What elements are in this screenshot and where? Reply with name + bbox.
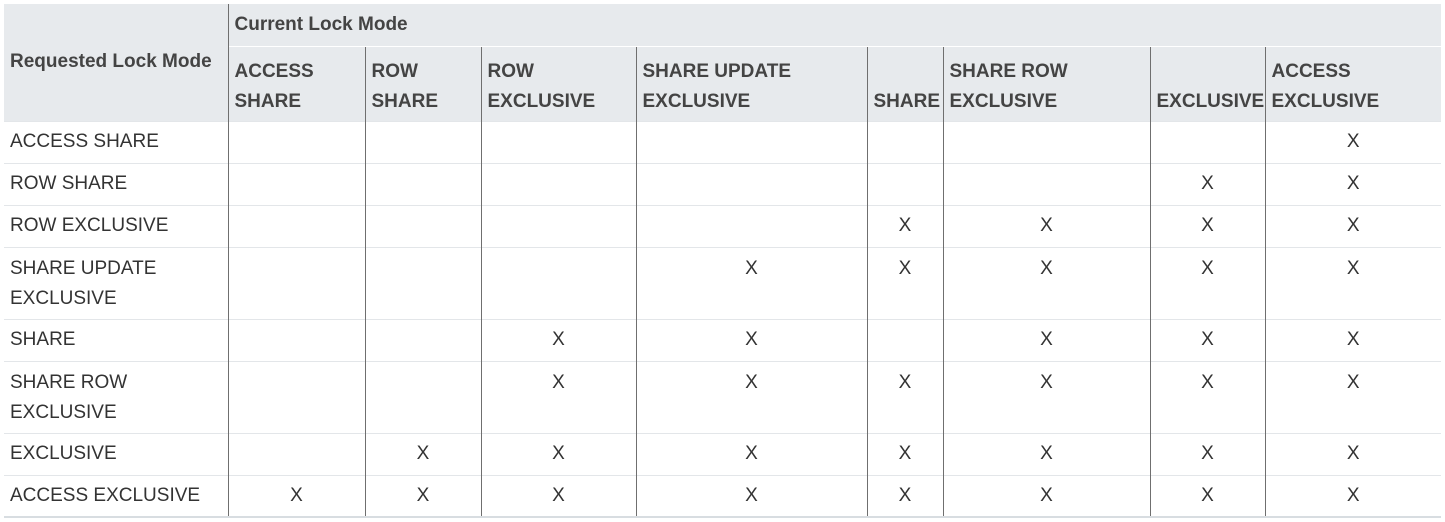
conflict-cell: X — [1264, 246, 1441, 319]
table-row: SHARE UPDATE EXCLUSIVE X X X X X — [4, 246, 1441, 319]
conflict-cell: X — [942, 204, 1150, 247]
conflict-cell — [227, 246, 365, 319]
conflict-cell: X — [635, 432, 867, 475]
header-row-group: Requested Lock Mode Current Lock Mode — [4, 4, 1441, 121]
conflict-cell: X — [866, 432, 943, 475]
conflict-cell: X — [1149, 432, 1265, 475]
conflict-cell: X — [480, 318, 636, 361]
table-row: EXCLUSIVE X X X X X X X — [4, 432, 1441, 475]
conflict-cell — [866, 120, 943, 163]
conflict-cell: X — [1149, 162, 1265, 205]
conflict-cell — [635, 204, 867, 247]
table-body: ACCESS SHARE X ROW SHARE X X ROW EXCLUSI… — [4, 120, 1441, 517]
column-header: SHARE — [866, 45, 943, 121]
conflict-cell: X — [480, 432, 636, 475]
conflict-cell — [227, 162, 365, 205]
conflict-cell: X — [1149, 246, 1265, 319]
row-label: SHARE — [4, 318, 228, 361]
conflict-cell: X — [635, 360, 867, 433]
table-header: Requested Lock Mode Current Lock Mode AC… — [4, 4, 1441, 121]
conflict-cell — [227, 120, 365, 163]
row-label: ROW EXCLUSIVE — [4, 204, 228, 247]
column-header: ACCESS SHARE — [227, 45, 365, 121]
conflict-cell: X — [1149, 360, 1265, 433]
table-row: ACCESS SHARE X — [4, 120, 1441, 163]
conflict-cell — [364, 246, 481, 319]
lock-conflict-table: Requested Lock Mode Current Lock Mode AC… — [4, 4, 1441, 518]
conflict-cell: X — [866, 474, 943, 517]
conflict-cell: X — [364, 432, 481, 475]
conflict-cell: X — [1149, 474, 1265, 517]
conflict-cell — [866, 162, 943, 205]
conflict-cell — [942, 162, 1150, 205]
conflict-cell — [480, 120, 636, 163]
conflict-cell — [227, 432, 365, 475]
conflict-cell — [942, 120, 1150, 163]
conflict-cell: X — [942, 474, 1150, 517]
row-label: EXCLUSIVE — [4, 432, 228, 475]
conflict-cell: X — [866, 360, 943, 433]
conflict-cell: X — [1264, 318, 1441, 361]
conflict-cell: X — [866, 204, 943, 247]
row-label: SHARE UPDATE EXCLUSIVE — [4, 246, 228, 319]
conflict-cell — [364, 318, 481, 361]
conflict-cell: X — [1264, 474, 1441, 517]
conflict-cell — [635, 162, 867, 205]
table-row: ROW EXCLUSIVE X X X X — [4, 204, 1441, 247]
row-label: ROW SHARE — [4, 162, 228, 205]
conflict-cell — [1149, 120, 1265, 163]
conflict-cell: X — [635, 474, 867, 517]
conflict-cell: X — [480, 360, 636, 433]
conflict-cell: X — [942, 318, 1150, 361]
conflict-cell — [227, 204, 365, 247]
conflict-cell — [480, 162, 636, 205]
conflict-cell — [364, 162, 481, 205]
conflict-cell: X — [635, 318, 867, 361]
current-lock-mode-header: Current Lock Mode — [227, 4, 1441, 46]
corner-header: Requested Lock Mode — [4, 4, 228, 121]
conflict-cell — [364, 120, 481, 163]
conflict-cell: X — [942, 360, 1150, 433]
column-header: ROW EXCLUSIVE — [480, 45, 636, 121]
conflict-cell — [227, 318, 365, 361]
conflict-cell — [227, 360, 365, 433]
column-header: SHARE ROW EXCLUSIVE — [942, 45, 1150, 121]
conflict-cell: X — [942, 432, 1150, 475]
table-row: SHARE ROW EXCLUSIVE X X X X X X — [4, 360, 1441, 433]
conflict-cell: X — [227, 474, 365, 517]
conflict-cell — [480, 204, 636, 247]
conflict-cell — [635, 120, 867, 163]
table-row: ACCESS EXCLUSIVE X X X X X X X X — [4, 474, 1441, 517]
conflict-cell — [866, 318, 943, 361]
row-label: SHARE ROW EXCLUSIVE — [4, 360, 228, 433]
conflict-cell: X — [364, 474, 481, 517]
conflict-cell: X — [1264, 162, 1441, 205]
conflict-cell: X — [635, 246, 867, 319]
table-row: SHARE X X X X X — [4, 318, 1441, 361]
column-header: ROW SHARE — [364, 45, 481, 121]
conflict-cell: X — [942, 246, 1150, 319]
row-label: ACCESS EXCLUSIVE — [4, 474, 228, 517]
table-row: ROW SHARE X X — [4, 162, 1441, 205]
conflict-cell: X — [480, 474, 636, 517]
conflict-cell: X — [1149, 318, 1265, 361]
conflict-cell — [480, 246, 636, 319]
conflict-cell: X — [1264, 432, 1441, 475]
row-label: ACCESS SHARE — [4, 120, 228, 163]
conflict-cell — [364, 204, 481, 247]
conflict-cell: X — [866, 246, 943, 319]
column-header: SHARE UPDATE EXCLUSIVE — [635, 45, 867, 121]
conflict-cell: X — [1264, 120, 1441, 163]
conflict-cell: X — [1149, 204, 1265, 247]
conflict-cell: X — [1264, 360, 1441, 433]
conflict-cell — [364, 360, 481, 433]
column-header: EXCLUSIVE — [1149, 45, 1265, 121]
conflict-cell: X — [1264, 204, 1441, 247]
column-header: ACCESS EXCLUSIVE — [1264, 45, 1441, 121]
